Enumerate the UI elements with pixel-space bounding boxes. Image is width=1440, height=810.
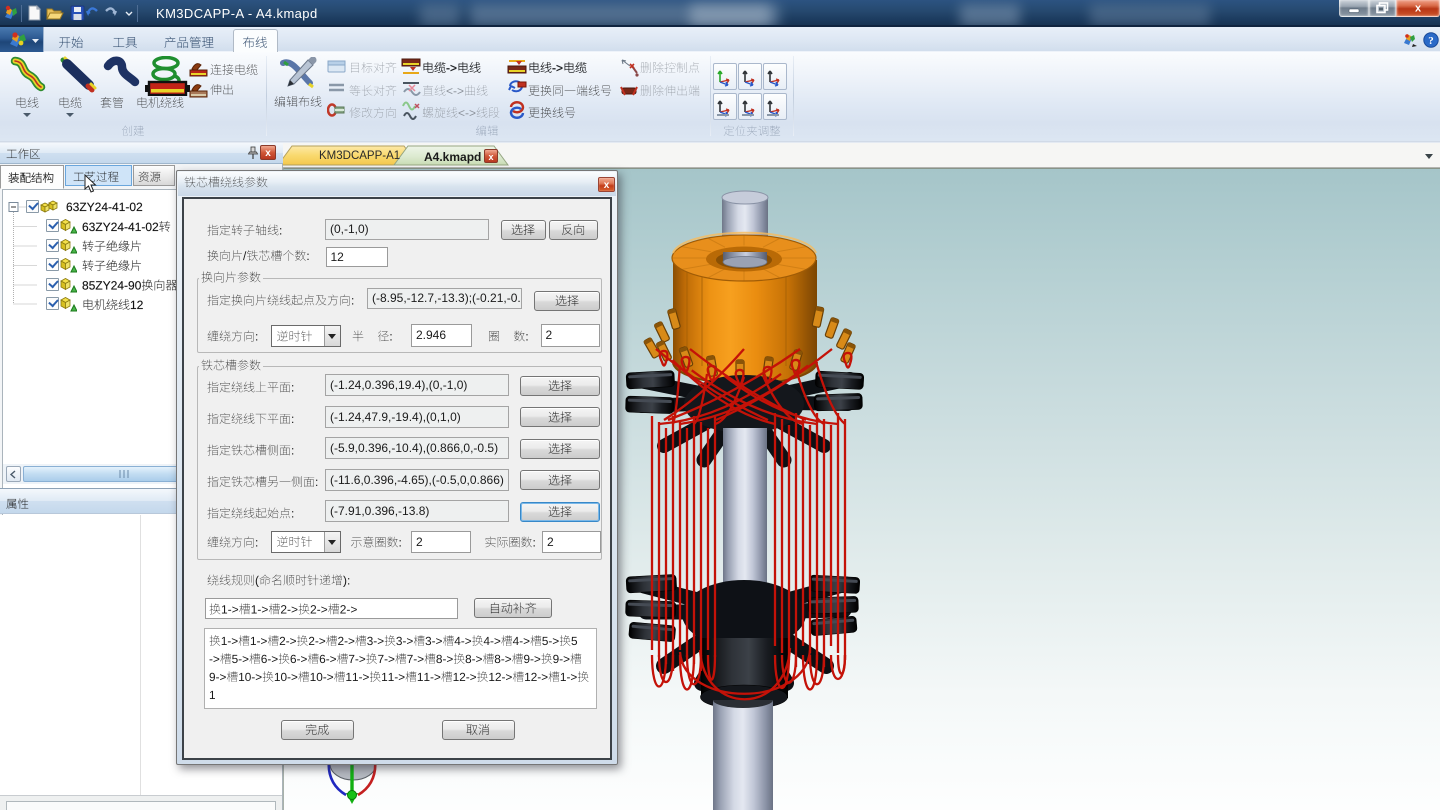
svg-text:?: ?: [1428, 35, 1434, 47]
svg-text:x: x: [604, 180, 610, 191]
svg-text:x: x: [488, 152, 493, 162]
svg-text:x: x: [1415, 3, 1422, 15]
